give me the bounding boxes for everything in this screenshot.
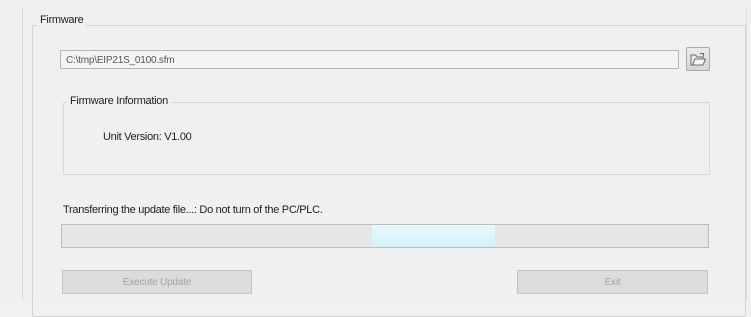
window-edge-left — [22, 8, 23, 300]
firmware-file-path-field[interactable]: C:\tmp\EIP21S_0100.sfm — [60, 50, 679, 69]
browse-file-button[interactable] — [686, 47, 710, 71]
transfer-progress-bar — [61, 224, 709, 248]
firmware-groupbox-title: Firmware — [37, 14, 87, 26]
transfer-status-text: Transferring the update file...: Do not … — [63, 204, 323, 216]
open-folder-icon — [690, 53, 706, 66]
firmware-information-title: Firmware Information — [67, 95, 171, 107]
window-edge-right — [746, 8, 747, 300]
firmware-update-window: Firmware C:\tmp\EIP21S_0100.sfm Firmware… — [0, 0, 751, 317]
execute-update-button[interactable]: Execute Update — [62, 270, 252, 294]
unit-version-label: Unit Version: V1.00 — [103, 131, 192, 143]
exit-button[interactable]: Exit — [517, 270, 708, 294]
progress-marquee-chunk — [372, 225, 495, 247]
